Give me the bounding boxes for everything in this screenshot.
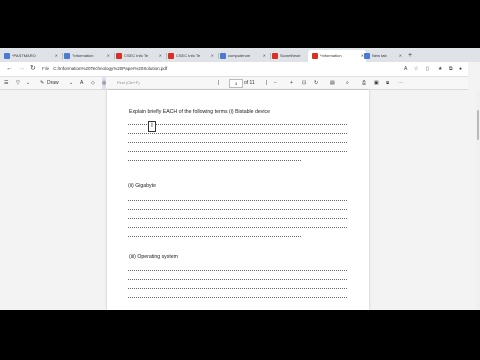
close-icon[interactable]: ✕ xyxy=(211,50,214,62)
new-tab-page-icon xyxy=(364,52,370,59)
forward-icon[interactable]: → xyxy=(18,63,25,75)
page-view-icon[interactable]: ▤ xyxy=(330,77,335,89)
answer-line xyxy=(128,160,301,161)
page-icon xyxy=(220,52,226,59)
profile-icon[interactable]: ● xyxy=(459,63,462,75)
browser-tab-2[interactable]: "Information ✕ xyxy=(64,50,112,62)
draw-button[interactable]: Draw xyxy=(47,77,59,89)
close-icon[interactable]: ✕ xyxy=(159,50,162,62)
add-text-icon[interactable]: A xyxy=(80,77,83,89)
answer-line xyxy=(128,218,347,219)
pdf-icon xyxy=(168,52,174,59)
answer-line xyxy=(128,236,301,237)
rotate-icon[interactable]: ↻ xyxy=(314,77,318,89)
answer-line xyxy=(128,151,347,152)
contents-icon[interactable]: ☰ xyxy=(4,77,8,89)
text-cursor-icon: I xyxy=(148,121,156,132)
dropdown-icon[interactable]: ⌄ xyxy=(26,77,30,89)
browser-tab-5[interactable]: computerum ✕ xyxy=(220,50,268,62)
answer-line xyxy=(128,288,347,289)
tab-label: computerum xyxy=(228,53,251,58)
question-ii: (ii) Gigabyte xyxy=(128,183,156,189)
pdf-page: Explain briefly EACH of the following te… xyxy=(107,90,369,310)
read-aloud-icon[interactable]: A xyxy=(404,63,407,75)
answer-line xyxy=(128,279,347,280)
page-icon xyxy=(4,52,10,59)
save-as-icon[interactable]: ⧈ xyxy=(386,77,389,89)
separator: | xyxy=(266,80,268,86)
tab-label: CSEC Info Te xyxy=(176,53,201,58)
dropdown-icon[interactable]: ⌄ xyxy=(69,77,73,89)
answer-line xyxy=(128,227,347,228)
address-bar: ← → ↻ File C:/Information%20Technology%20… xyxy=(0,62,480,77)
fit-page-icon[interactable]: ⊡ xyxy=(302,77,306,89)
pdf-icon xyxy=(272,52,278,59)
page-icon xyxy=(64,52,70,59)
url-text: C:/Information%20Technology%20Paper%20So… xyxy=(53,66,168,71)
question-iii: (iii) Operating system xyxy=(129,254,179,260)
pdf-toolbar: ☰ ▽ ⌄ ✎ Draw ⌄ A ◇ ◎ Find (Ctrl+F) | 3 o… xyxy=(0,77,480,90)
answer-line xyxy=(128,133,347,134)
new-tab-button[interactable]: + xyxy=(408,50,416,62)
print-icon[interactable]: ⎙ xyxy=(362,77,366,89)
answer-line xyxy=(128,297,347,298)
separator: | xyxy=(218,80,220,86)
refresh-icon[interactable]: ↻ xyxy=(30,63,36,75)
close-icon[interactable]: ✕ xyxy=(263,50,266,62)
page-number-input[interactable]: 3 xyxy=(229,79,243,88)
pdf-icon xyxy=(116,52,122,59)
vertical-scrollbar[interactable] xyxy=(476,90,480,310)
browser-tab-4[interactable]: CSEC Info Te ✕ xyxy=(168,50,216,62)
tab-label: Scoretheoe xyxy=(280,53,301,58)
pen-icon[interactable]: ✎ xyxy=(40,77,44,89)
answer-line xyxy=(128,200,347,201)
page-total: of 11 xyxy=(244,80,255,86)
erase-icon[interactable]: ◇ xyxy=(91,77,95,89)
tab-label: *Information xyxy=(320,53,342,58)
search-icon[interactable]: ⌕ xyxy=(346,77,349,89)
save-icon[interactable]: ▣ xyxy=(374,77,379,89)
url-field[interactable]: File C:/Information%20Technology%20Paper%… xyxy=(42,64,412,74)
zoom-in-icon[interactable]: + xyxy=(290,77,293,89)
collections-icon[interactable]: ⧉ xyxy=(449,63,453,75)
pdf-search-input[interactable]: Find (Ctrl+F) xyxy=(117,79,187,87)
tab-label: *PASTMARO xyxy=(12,53,36,58)
favorite-icon[interactable]: ☆ xyxy=(414,63,418,75)
answer-line xyxy=(128,270,347,271)
tab-bar: *PASTMARO ✕ "Information ✕ CSEC Info Te ✕ C… xyxy=(0,48,480,62)
tab-label: New tab xyxy=(372,53,387,58)
back-icon[interactable]: ← xyxy=(6,63,13,75)
answer-line xyxy=(128,142,347,143)
tab-label: CSEC Info Te xyxy=(124,53,149,58)
zoom-out-icon[interactable]: − xyxy=(274,77,277,89)
tab-label: "Information xyxy=(72,53,94,58)
close-icon[interactable]: ✕ xyxy=(107,50,110,62)
split-screen-icon[interactable]: ▯ xyxy=(426,63,429,75)
favorites-icon[interactable]: ★ xyxy=(438,63,442,75)
scrollbar-thumb[interactable] xyxy=(477,110,479,140)
browser-tab-active[interactable]: *Information ✕ xyxy=(308,50,366,62)
highlight-icon[interactable]: ▽ xyxy=(16,77,20,89)
file-indicator: File xyxy=(42,66,50,71)
more-icon[interactable]: ⋯ xyxy=(398,77,403,89)
read-icon[interactable]: ◎ xyxy=(102,77,107,89)
close-icon[interactable]: ✕ xyxy=(399,50,402,62)
answer-line xyxy=(128,124,347,125)
close-icon[interactable]: ✕ xyxy=(55,50,58,62)
browser-tab-3[interactable]: CSEC Info Te ✕ xyxy=(116,50,164,62)
pdf-icon xyxy=(312,52,318,59)
browser-tab-8[interactable]: New tab ✕ xyxy=(364,50,404,62)
browser-window: *PASTMARO ✕ "Information ✕ CSEC Info Te ✕ C… xyxy=(0,48,480,310)
question-intro: Explain briefly EACH of the following te… xyxy=(129,109,270,115)
browser-tab-1[interactable]: *PASTMARO ✕ xyxy=(4,50,60,62)
answer-line xyxy=(128,209,347,210)
